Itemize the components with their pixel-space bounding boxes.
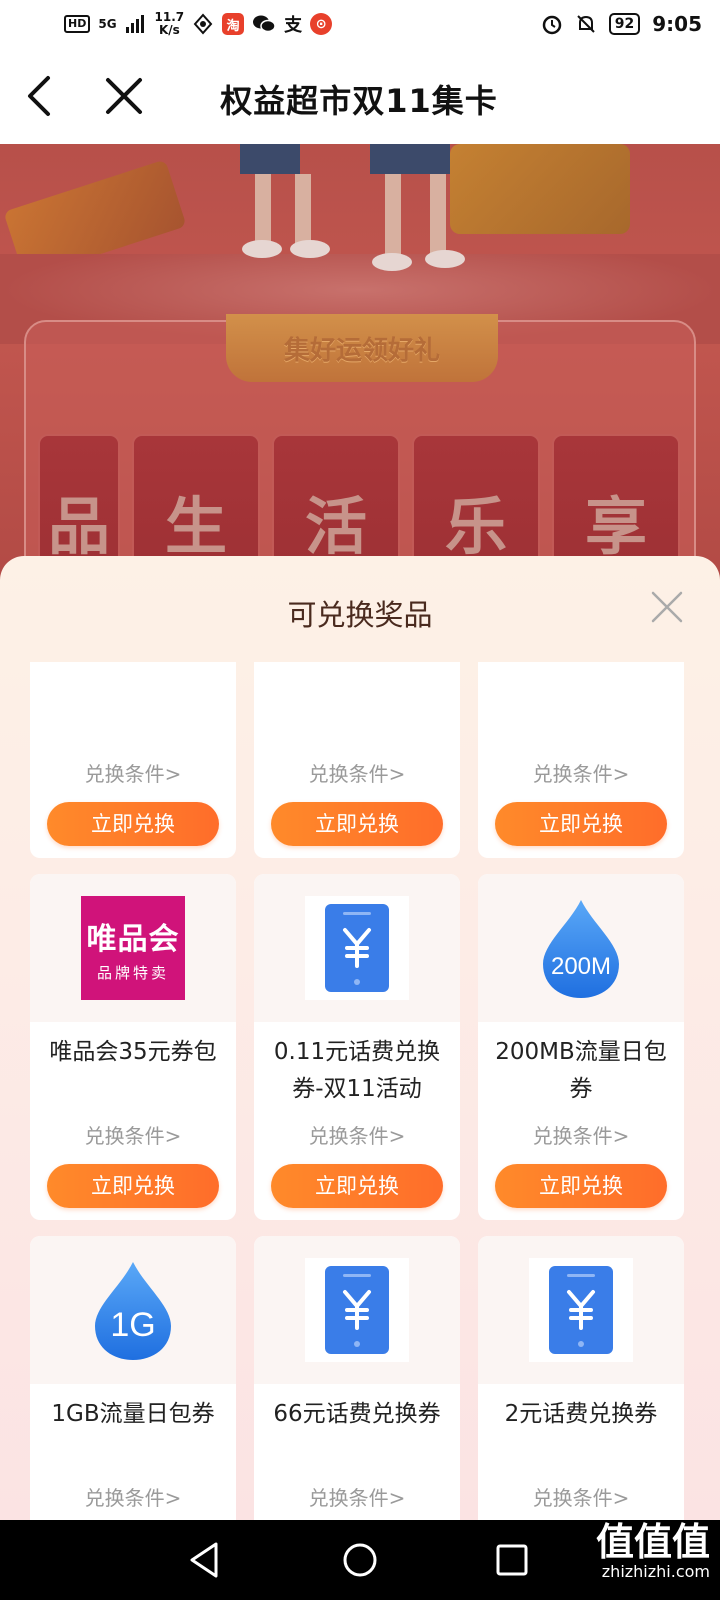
status-bar: HD 5G 11.7 K/s 淘 支 ⊙ 92 9:05: [0, 0, 720, 48]
reward-name: 2元话费兑换券: [504, 1401, 658, 1427]
alarm-icon: [542, 15, 562, 35]
data-drop-icon: 200M: [543, 900, 619, 998]
reward-image: [478, 1236, 684, 1384]
reward-name: 1GB流量日包券: [51, 1401, 215, 1427]
condition-link[interactable]: 兑换条件>: [478, 1120, 684, 1149]
hand-icon: [193, 13, 213, 35]
alipay-icon: 支: [284, 15, 303, 36]
condition-link[interactable]: 兑换条件>: [254, 1482, 460, 1511]
signal-bars-icon: [125, 15, 144, 33]
reward-image: 1G: [30, 1236, 236, 1384]
condition-link[interactable]: 兑换条件>: [30, 758, 236, 787]
status-right: 92 9:05: [541, 12, 702, 36]
promo-banner: 集好运领好礼 品 生 活 乐 享: [0, 144, 720, 584]
panel-title: 集好运领好礼: [226, 314, 498, 382]
redeem-button[interactable]: 立即兑换: [495, 1164, 667, 1208]
reward-name: 0.11元话费兑换券-双11活动: [273, 1039, 441, 1102]
rewards-sheet: 可兑换奖品 兑换条件> 立即兑换 兑换条件> 立即兑换 兑换条件> 立即兑换 唯品会 品牌特卖…: [0, 556, 720, 1520]
characters-image: [240, 144, 465, 271]
mute-bell-icon: [577, 15, 595, 33]
app-notification-icon: ⊙: [310, 13, 333, 35]
redeem-button[interactable]: 立即兑换: [47, 1164, 219, 1208]
close-icon[interactable]: [650, 590, 684, 624]
reward-card[interactable]: 1G1GB流量日包券兑换条件>立即兑换: [30, 1236, 236, 1520]
reward-card[interactable]: 200M 200MB流量日包券兑换条件> 立即兑换: [478, 874, 684, 1220]
back-nav-icon[interactable]: [186, 1540, 222, 1580]
reward-card[interactable]: 0.11元话费兑换券-双11活动兑换条件> 立即兑换: [254, 874, 460, 1220]
data-drop-icon: 1G: [95, 1262, 171, 1360]
home-nav-icon[interactable]: [340, 1540, 380, 1580]
wechat-icon: [253, 15, 276, 33]
recents-nav-icon[interactable]: [494, 1542, 530, 1578]
network-speed: 11.7 K/s: [154, 10, 185, 37]
redeem-button[interactable]: 立即兑换: [495, 802, 667, 846]
reward-name: 200MB流量日包券: [495, 1039, 667, 1102]
sheet-title: 可兑换奖品: [287, 598, 433, 632]
reward-image: [254, 1236, 460, 1384]
condition-link[interactable]: 兑换条件>: [30, 1482, 236, 1511]
condition-link[interactable]: 兑换条件>: [30, 1120, 236, 1149]
status-left: HD 5G 11.7 K/s 淘 支 ⊙: [64, 10, 333, 37]
signal-indicator: 5G: [98, 17, 117, 31]
reward-name: 66元话费兑换券: [273, 1401, 441, 1427]
reward-card[interactable]: 66元话费兑换券兑换条件>已兑完: [254, 1236, 460, 1520]
condition-link[interactable]: 兑换条件>: [254, 1120, 460, 1149]
vip-logo-icon: 唯品会 品牌特卖: [81, 896, 185, 1000]
reward-image: [254, 874, 460, 1022]
reward-card[interactable]: 唯品会 品牌特卖唯品会35元券包 兑换条件> 立即兑换: [30, 874, 236, 1220]
page-title: 权益超市双11集卡: [220, 82, 498, 120]
reward-name: 唯品会35元券包: [49, 1039, 217, 1065]
clock: 9:05: [652, 12, 702, 36]
phone-bill-icon: [305, 896, 409, 1000]
reward-image: 唯品会 品牌特卖: [30, 874, 236, 1022]
rewards-list[interactable]: 兑换条件> 立即兑换 兑换条件> 立即兑换 兑换条件> 立即兑换 唯品会 品牌特卖 唯品会35元…: [30, 662, 690, 1520]
reward-card[interactable]: 2元话费兑换券兑换条件>立即兑换: [478, 1236, 684, 1520]
redeem-button[interactable]: 立即兑换: [271, 1164, 443, 1208]
condition-link[interactable]: 兑换条件>: [254, 758, 460, 787]
hd-indicator: HD: [64, 15, 91, 33]
battery-indicator: 92: [608, 13, 641, 35]
redeem-button[interactable]: 立即兑换: [47, 802, 219, 846]
condition-link[interactable]: 兑换条件>: [478, 1482, 684, 1511]
condition-link[interactable]: 兑换条件>: [478, 758, 684, 787]
phone-bill-icon: [305, 1258, 409, 1362]
reward-card[interactable]: 兑换条件> 立即兑换: [30, 662, 236, 858]
phone-bill-icon: [529, 1258, 633, 1362]
taobao-app-icon: 淘: [222, 13, 245, 35]
reward-card[interactable]: 兑换条件> 立即兑换: [254, 662, 460, 858]
redeem-button[interactable]: 立即兑换: [271, 802, 443, 846]
watermark: 值值值 zhizhizhi.com: [595, 1520, 710, 1581]
nav-bar: 权益超市双11集卡: [0, 48, 720, 144]
svg-text:1G: 1G: [110, 1306, 155, 1344]
svg-text:200M: 200M: [551, 953, 611, 980]
rewards-grid: 兑换条件> 立即兑换 兑换条件> 立即兑换 兑换条件> 立即兑换 唯品会 品牌特卖 唯品会35元…: [30, 662, 684, 1520]
reward-card[interactable]: 兑换条件> 立即兑换: [478, 662, 684, 858]
reward-image: 200M: [478, 874, 684, 1022]
